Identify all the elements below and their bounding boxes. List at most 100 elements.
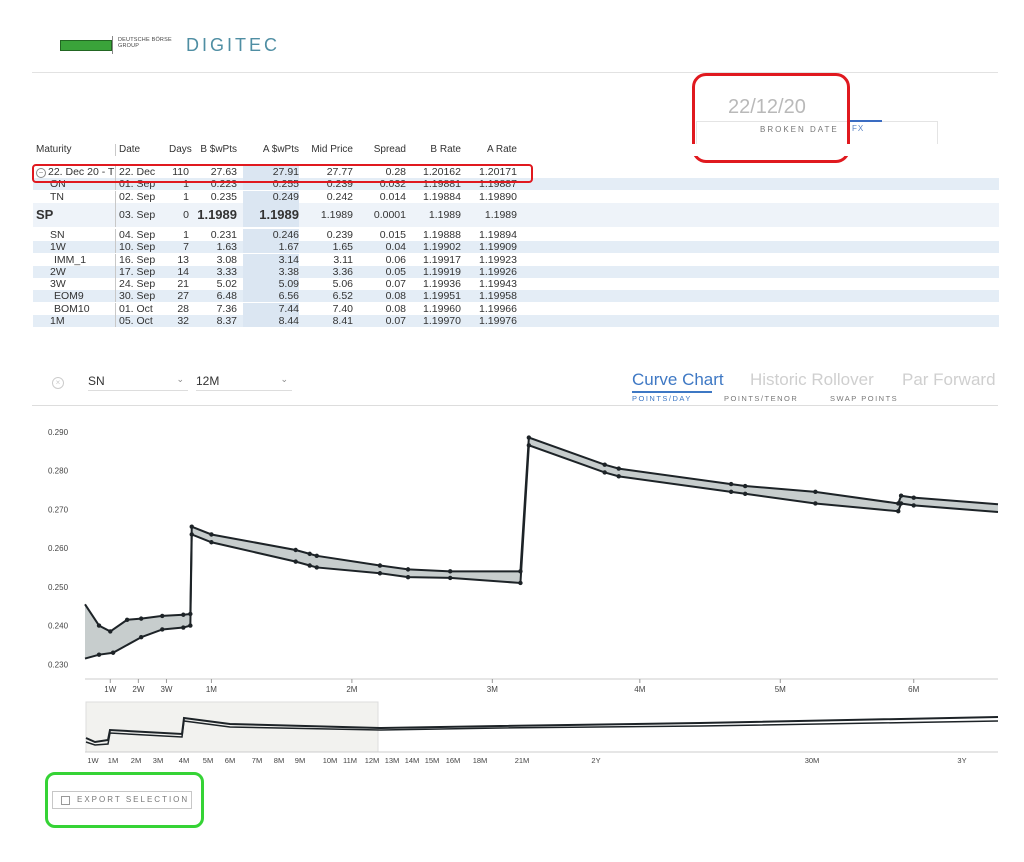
curve-point[interactable] [728, 481, 734, 487]
tab-curve-chart[interactable]: Curve Chart [632, 370, 724, 390]
column-header[interactable]: Maturity [36, 144, 114, 156]
a-rate-cell: 1.19909 [479, 241, 517, 254]
curve-point[interactable] [160, 627, 165, 632]
navigator-tick-label: 14M [405, 756, 420, 765]
curve-point[interactable] [377, 571, 383, 576]
curve-point[interactable] [314, 565, 319, 570]
curve-point[interactable] [742, 483, 748, 489]
from-tenor-select[interactable]: SN ⌄ [88, 374, 188, 391]
b-swpts-cell: 0.231 [210, 228, 237, 241]
days-cell: 28 [177, 302, 189, 315]
curve-point[interactable] [448, 569, 453, 574]
table-row[interactable]: SN 04. Sep 1 0.231 0.246 0.239 0.015 1.19888 1.1… [33, 228, 999, 241]
curve-point[interactable] [448, 575, 453, 581]
curve-point[interactable] [293, 559, 298, 564]
maturity-cell: SP [36, 206, 54, 222]
curve-chart[interactable]: 0.290 0.280 0.270 0.260 0.250 0.240 0.230 1W 2W 3… [0, 406, 1000, 706]
curve-point[interactable] [377, 563, 383, 568]
from-tenor-value: SN [88, 374, 105, 388]
curve-point[interactable] [405, 567, 411, 572]
curve-point[interactable] [405, 574, 411, 580]
column-header[interactable]: B $wPts [193, 144, 237, 156]
curve-point[interactable] [181, 625, 186, 630]
curve-point[interactable] [96, 652, 102, 657]
curve-point[interactable] [160, 613, 165, 619]
subtab-swap-points[interactable]: SWAP POINTS [830, 394, 898, 403]
column-header[interactable]: Date [115, 144, 171, 156]
column-header[interactable]: Mid Price [303, 144, 353, 156]
curve-point[interactable] [314, 553, 319, 559]
curve-point[interactable] [898, 501, 904, 506]
column-header[interactable]: A $wPts [243, 144, 299, 156]
table-row[interactable]: 3W 24. Sep 21 5.02 5.09 5.06 0.07 1.19936 1.1994… [33, 278, 999, 291]
curve-point[interactable] [124, 617, 130, 622]
table-row[interactable]: TN 02. Sep 1 0.235 0.249 0.242 0.014 1.19884 1.1… [33, 190, 999, 203]
curve-point[interactable] [518, 580, 523, 586]
date-cell: 05. Oct [115, 315, 171, 327]
spread-cell: 0.08 [385, 290, 406, 303]
curve-point[interactable] [96, 623, 102, 628]
curve-point[interactable] [138, 635, 144, 640]
curve-point[interactable] [526, 443, 532, 448]
column-header[interactable]: A Rate [469, 144, 517, 156]
curve-point[interactable] [728, 489, 734, 495]
navigator-tick-label: 11M [343, 756, 357, 765]
curve-point[interactable] [307, 551, 312, 557]
b-rate-cell: 1.19917 [423, 253, 461, 266]
curve-point[interactable] [526, 435, 532, 440]
b-swpts-cell: 7.36 [216, 302, 237, 315]
subtab-points-day[interactable]: POINTS/DAY [632, 394, 692, 403]
close-icon[interactable]: × [52, 377, 64, 389]
mid-price-cell: 5.06 [332, 278, 353, 291]
curve-point[interactable] [813, 501, 818, 506]
column-header[interactable]: B Rate [413, 144, 461, 156]
range-navigator[interactable]: 1W 1M 2M 3M 4M 5M 6M 7M 8M 9M 10M 11M 12M 13M 14M 15M 16… [0, 700, 1000, 770]
curve-point[interactable] [898, 493, 904, 498]
table-row[interactable]: 1W 10. Sep 7 1.63 1.67 1.65 0.04 1.19902 1.19909 [33, 241, 999, 254]
column-header[interactable]: Spread [361, 144, 406, 156]
spread-cell: 0.0001 [373, 208, 406, 221]
curve-point[interactable] [307, 563, 312, 568]
table-row[interactable]: IMM_1 16. Sep 13 3.08 3.14 3.11 0.06 1.19917 1.1… [33, 253, 999, 266]
curve-point[interactable] [813, 489, 818, 495]
curve-point[interactable] [742, 491, 748, 496]
curve-point[interactable] [188, 623, 193, 628]
subtab-points-tenor[interactable]: POINTS/TENOR [724, 394, 798, 403]
a-rate-cell: 1.19976 [479, 315, 517, 327]
b-swpts-cell: 5.02 [216, 278, 237, 291]
chevron-down-icon: ⌄ [280, 374, 288, 384]
curve-point[interactable] [616, 474, 621, 479]
curve-point[interactable] [602, 470, 607, 475]
fx-tab[interactable]: FX [852, 124, 864, 133]
a-swpts-cell: 3.14 [243, 253, 299, 266]
navigator-tick-label: 5M [203, 756, 213, 765]
table-row[interactable]: SP 03. Sep 0 1.1989 1.1989 1.1989 0.0001 1.1989… [33, 202, 999, 227]
upper-curve-line [84, 436, 999, 633]
curve-point[interactable] [181, 612, 186, 617]
curve-point[interactable] [602, 462, 607, 467]
table-row[interactable]: 2W 17. Sep 14 3.33 3.38 3.36 0.05 1.19919 1.1992… [33, 265, 999, 278]
curve-point[interactable] [108, 629, 113, 634]
curve-point[interactable] [896, 509, 901, 514]
curve-point[interactable] [911, 503, 916, 508]
curve-point[interactable] [110, 650, 116, 655]
curve-point[interactable] [911, 495, 916, 500]
curve-point[interactable] [138, 616, 144, 621]
tab-par-forward[interactable]: Par Forward [902, 370, 996, 390]
table-row[interactable]: BOM10 01. Oct 28 7.36 7.44 7.40 0.08 1.19960 1.1… [33, 302, 999, 315]
days-cell: 21 [177, 278, 189, 291]
a-swpts-cell: 7.44 [243, 302, 299, 315]
to-tenor-select[interactable]: 12M ⌄ [196, 374, 292, 391]
curve-point[interactable] [189, 524, 194, 529]
curve-point[interactable] [293, 547, 298, 553]
curve-point[interactable] [209, 540, 214, 545]
curve-point[interactable] [209, 532, 214, 537]
table-row[interactable]: EOM9 30. Sep 27 6.48 6.56 6.52 0.08 1.19951 1.19… [33, 290, 999, 303]
b-rate-cell: 1.19970 [423, 315, 461, 327]
navigator-tick-label: 3Y [957, 756, 966, 765]
table-row[interactable]: 1M 05. Oct 32 8.37 8.44 8.41 0.07 1.19970 1.1997… [33, 315, 999, 327]
column-header[interactable]: Days [169, 144, 192, 156]
tab-historic-rollover[interactable]: Historic Rollover [750, 370, 874, 390]
curve-point[interactable] [189, 532, 194, 537]
curve-point[interactable] [616, 466, 621, 471]
